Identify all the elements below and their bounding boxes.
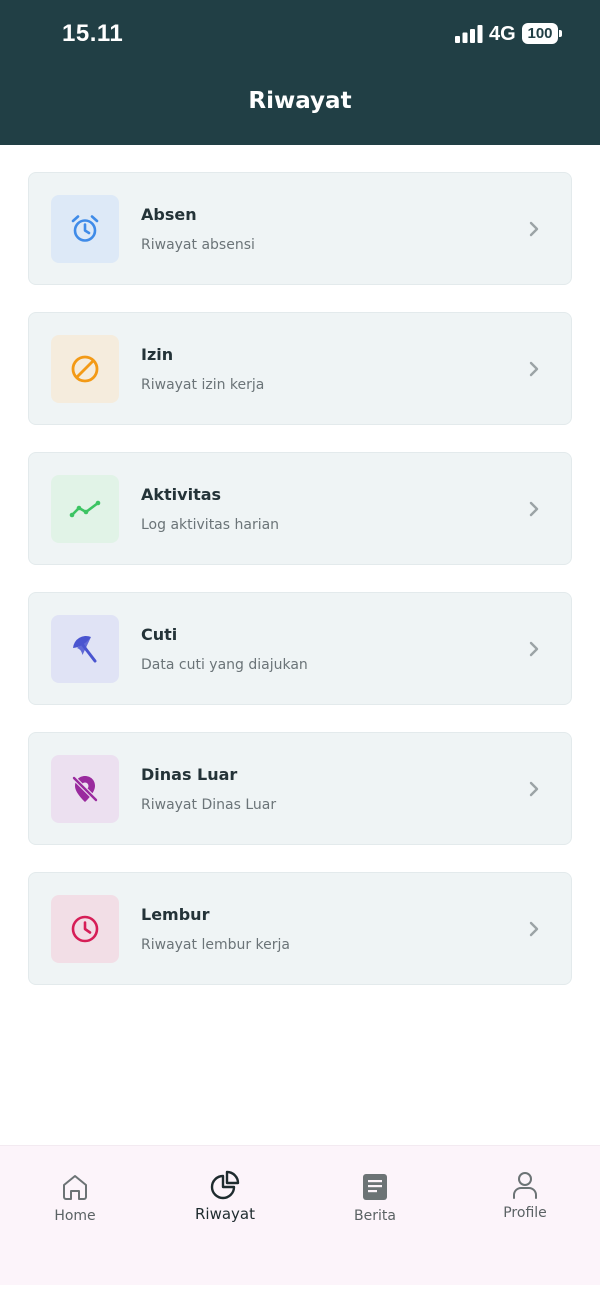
icon-container: [51, 475, 119, 543]
home-icon: [63, 1175, 87, 1200]
item-subtitle: Data cuti yang diajukan: [141, 657, 308, 673]
item-subtitle: Riwayat absensi: [141, 237, 255, 253]
person-icon: [513, 1172, 537, 1199]
chevron-right-icon: [529, 501, 539, 517]
item-subtitle: Riwayat lembur kerja: [141, 937, 291, 953]
nav-label: Profile: [503, 1205, 547, 1221]
history-item-cuti[interactable]: Cuti Data cuti yang diajukan: [28, 592, 572, 705]
item-title: Cuti: [141, 625, 178, 644]
news-icon: [363, 1174, 387, 1200]
home-indicator-area: [0, 1285, 600, 1298]
item-title: Dinas Luar: [141, 765, 238, 784]
beach-umbrella-icon: [73, 635, 97, 663]
item-subtitle: Riwayat Dinas Luar: [141, 797, 277, 813]
chevron-right-icon: [529, 781, 539, 797]
bottom-navigation: Home Riwayat Berita Profile: [0, 1145, 600, 1285]
signal-icon: [455, 25, 483, 43]
history-item-absen[interactable]: Absen Riwayat absensi: [28, 172, 572, 285]
icon-container: [51, 195, 119, 263]
nav-label: Riwayat: [195, 1205, 255, 1223]
nav-label: Berita: [354, 1208, 396, 1224]
clock-icon: [71, 915, 99, 943]
nav-home[interactable]: Home: [0, 1146, 150, 1256]
trend-line-icon: [69, 500, 101, 518]
item-subtitle: Log aktivitas harian: [141, 517, 280, 533]
pie-chart-icon: [210, 1170, 240, 1200]
location-off-icon: [71, 775, 99, 803]
nav-riwayat[interactable]: Riwayat: [150, 1146, 300, 1256]
item-title: Lembur: [141, 905, 210, 924]
status-bar: 15.11 4G 100: [0, 0, 600, 70]
item-title: Izin: [141, 345, 174, 364]
icon-container: [51, 615, 119, 683]
nav-label: Home: [54, 1208, 96, 1224]
item-title: Absen: [141, 205, 197, 224]
alarm-clock-icon: [71, 215, 99, 242]
battery-cap: [559, 30, 562, 37]
block-icon: [71, 355, 99, 383]
network-type: 4G: [489, 23, 516, 45]
battery-icon: 100: [522, 23, 558, 44]
page-title: Riwayat: [248, 88, 352, 114]
icon-container: [51, 335, 119, 403]
nav-berita[interactable]: Berita: [300, 1146, 450, 1256]
chevron-right-icon: [529, 221, 539, 237]
chevron-right-icon: [529, 641, 539, 657]
item-subtitle: Riwayat izin kerja: [141, 377, 265, 393]
app-header: 15.11 4G 100 Riwayat: [0, 0, 600, 145]
status-time: 15.11: [62, 20, 124, 47]
icon-container: [51, 895, 119, 963]
history-item-lembur[interactable]: Lembur Riwayat lembur kerja: [28, 872, 572, 985]
chevron-right-icon: [529, 361, 539, 377]
history-item-aktivitas[interactable]: Aktivitas Log aktivitas harian: [28, 452, 572, 565]
item-title: Aktivitas: [141, 485, 222, 504]
history-item-dinas-luar[interactable]: Dinas Luar Riwayat Dinas Luar: [28, 732, 572, 845]
nav-profile[interactable]: Profile: [450, 1146, 600, 1256]
chevron-right-icon: [529, 921, 539, 937]
history-list: Absen Riwayat absensi Izin Riwayat izin …: [28, 172, 572, 1012]
history-item-izin[interactable]: Izin Riwayat izin kerja: [28, 312, 572, 425]
icon-container: [51, 755, 119, 823]
